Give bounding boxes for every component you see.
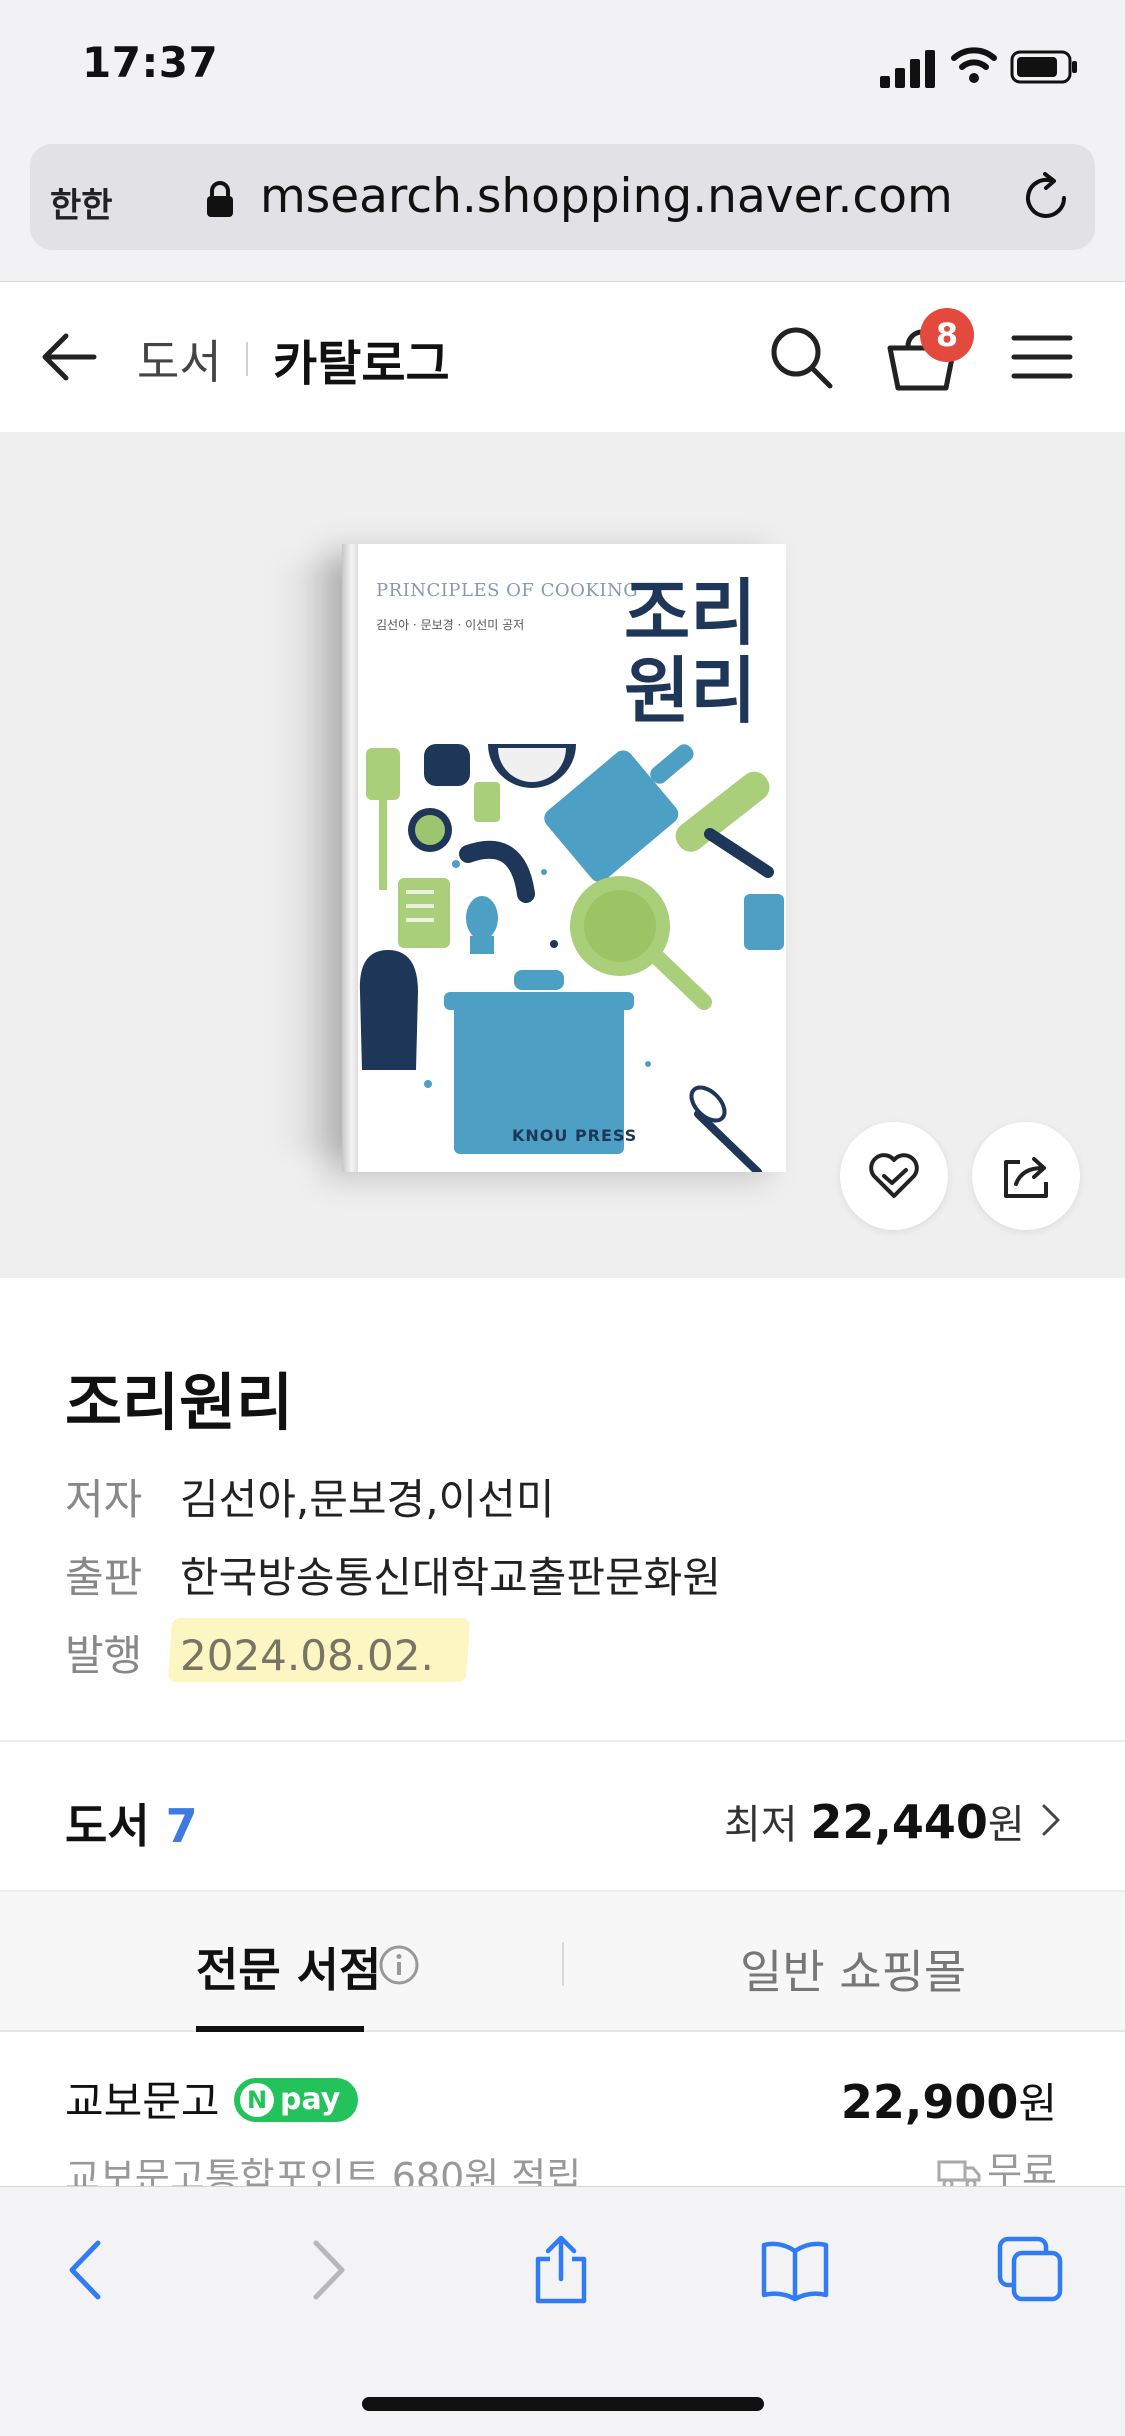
wifi-icon: [951, 47, 997, 83]
publisher-value: 한국방송통신대학교출판문화원: [180, 1553, 721, 1602]
breadcrumb-current: 카탈로그: [273, 336, 450, 392]
share-button[interactable]: [972, 1122, 1080, 1230]
publisher-row: 출판 한국방송통신대학교출판문화원: [65, 1544, 721, 1605]
browser-forward-icon[interactable]: [292, 2235, 362, 2305]
bookmarks-icon[interactable]: [760, 2235, 830, 2305]
offers-count: 7: [165, 1799, 198, 1853]
heart-check-icon: [869, 1153, 919, 1198]
tab-specialist-bookstore[interactable]: 전문 서점: [196, 1934, 381, 2000]
publish-date-row: 발행 2024.08.02.: [65, 1622, 434, 1683]
cart-count-badge: 8: [920, 308, 974, 362]
tab-divider: [562, 1942, 564, 1986]
cover-authors: 김선아 · 문보경 · 이선미 공저: [376, 618, 525, 632]
author-row: 저자 김선아,문보경,이선미: [65, 1466, 554, 1527]
publisher-logo: KNOU PRESS: [512, 1126, 638, 1145]
cover-korean-title: 조리 원리: [624, 574, 774, 730]
seller-price-currency: 원: [1018, 2079, 1057, 2128]
like-button[interactable]: [840, 1122, 948, 1230]
url-text[interactable]: msearch.shopping.naver.com: [260, 169, 953, 224]
menu-icon[interactable]: [1010, 330, 1074, 384]
address-bar[interactable]: 한한 msearch.shopping.naver.com: [30, 144, 1095, 250]
lowest-price-label: 최저: [724, 1802, 798, 1848]
reader-options-button[interactable]: 한한: [50, 178, 113, 227]
lowest-price-currency: 원: [987, 1802, 1025, 1848]
npay-text: pay: [280, 2082, 341, 2117]
cooking-illustration: [359, 744, 784, 1172]
seller-tabs: 전문 서점 일반 쇼핑몰: [0, 1892, 1125, 2032]
active-tab-underline: [196, 2026, 364, 2032]
lowest-price-value: 22,440: [810, 1795, 988, 1849]
npay-badge: N pay: [234, 2078, 358, 2122]
section-divider: [0, 1740, 1125, 1742]
publish-date-value: 2024.08.02.: [180, 1631, 434, 1680]
product-image-area: PRINCIPLES OF COOKING 김선아 · 문보경 · 이선미 공저…: [0, 432, 1125, 1278]
search-icon[interactable]: [768, 324, 834, 390]
back-arrow-icon[interactable]: [40, 330, 98, 384]
seller-price-value: 22,900: [840, 2075, 1019, 2129]
lock-icon: [207, 181, 233, 217]
author-label: 저자: [65, 1475, 143, 1524]
tabs-icon[interactable]: [996, 2235, 1066, 2305]
breadcrumb-divider: [246, 342, 248, 376]
battery-icon: [1010, 50, 1077, 84]
cellular-signal-icon: [880, 50, 935, 88]
product-title: 조리원리: [65, 1366, 294, 1439]
share-sheet-icon[interactable]: [526, 2235, 596, 2305]
info-icon[interactable]: [378, 1944, 420, 1986]
breadcrumb-category[interactable]: 도서: [137, 326, 222, 392]
cover-title-line1: 조리: [624, 571, 757, 655]
reload-icon[interactable]: [1018, 170, 1074, 226]
cover-english-title: PRINCIPLES OF COOKING: [376, 580, 639, 601]
browser-back-icon[interactable]: [52, 2235, 122, 2305]
publisher-label: 출판: [65, 1553, 143, 1602]
offers-category: 도서: [65, 1799, 150, 1853]
seller-price[interactable]: 22,900원: [841, 2070, 1057, 2131]
cover-title-line2: 원리: [624, 649, 757, 733]
offers-summary: 도서 7: [65, 1790, 198, 1856]
author-value: 김선아,문보경,이선미: [180, 1475, 555, 1524]
status-time: 17:37: [82, 38, 219, 87]
book-cover-image[interactable]: PRINCIPLES OF COOKING 김선아 · 문보경 · 이선미 공저…: [342, 544, 786, 1172]
home-indicator: [362, 2397, 764, 2411]
lowest-price-link[interactable]: 최저 22,440원: [724, 1792, 1025, 1850]
book-spine: [342, 544, 358, 1172]
tab-general-mall[interactable]: 일반 쇼핑몰: [740, 1936, 966, 2002]
seller-name[interactable]: 교보문고: [65, 2068, 220, 2129]
publish-date-label: 발행: [65, 1631, 143, 1680]
npay-n-mark: N: [240, 2083, 274, 2117]
share-icon: [1004, 1157, 1048, 1198]
status-bar: 17:37: [0, 0, 1125, 140]
truck-icon: [937, 2160, 981, 2189]
chevron-right-icon[interactable]: [1040, 1800, 1062, 1840]
browser-address-area: 한한 msearch.shopping.naver.com: [0, 140, 1125, 282]
